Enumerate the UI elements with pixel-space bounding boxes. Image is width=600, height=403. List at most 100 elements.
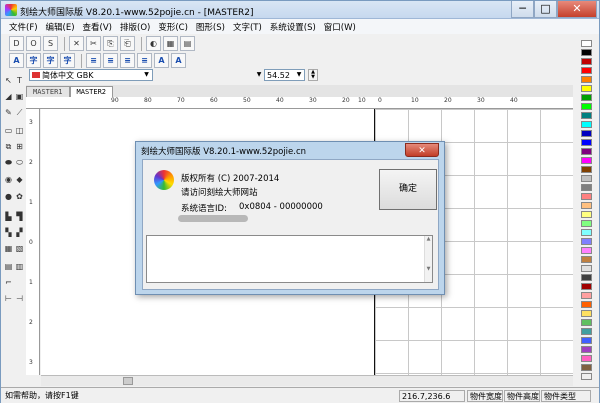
color-swatch[interactable]	[581, 49, 592, 56]
maximize-button[interactable]: □	[534, 1, 557, 18]
measure-icon[interactable]: ⌐	[3, 277, 14, 288]
color-swatch[interactable]	[581, 355, 592, 362]
menu-shape[interactable]: 图形(S)	[192, 21, 229, 33]
color-swatch[interactable]	[581, 148, 592, 155]
align-right-icon[interactable]: ≡	[120, 53, 135, 68]
print-icon[interactable]: ◐	[146, 36, 161, 51]
color-swatch[interactable]	[581, 229, 592, 236]
color-swatch[interactable]	[581, 139, 592, 146]
node-edit-icon[interactable]: ◢	[3, 91, 14, 102]
ok-button[interactable]: 确定	[379, 169, 437, 210]
align-left-icon[interactable]: ≡	[86, 53, 101, 68]
text-icon[interactable]: T	[14, 75, 25, 86]
menu-text[interactable]: 文字(T)	[229, 21, 266, 33]
color-swatch[interactable]	[581, 373, 592, 380]
color-swatch[interactable]	[581, 211, 592, 218]
grid-icon[interactable]: ▦	[163, 36, 178, 51]
color-swatch[interactable]	[581, 337, 592, 344]
close-button[interactable]: ✕	[557, 1, 597, 18]
color-swatch[interactable]	[581, 76, 592, 83]
vertical-text-icon[interactable]: 字	[43, 53, 58, 68]
distribute-h-icon[interactable]: ▚	[3, 227, 14, 238]
image-icon[interactable]: ▣	[14, 91, 25, 102]
pen-icon[interactable]: ✎	[3, 107, 14, 118]
text-tool-icon[interactable]: A	[9, 53, 24, 68]
fill-icon[interactable]: ◉	[3, 174, 14, 185]
shape-icon[interactable]: ◆	[14, 174, 25, 185]
font-size-icon[interactable]: A	[171, 53, 186, 68]
ruler-icon[interactable]: ⊣	[14, 293, 25, 304]
font-size-select[interactable]: 54.52 ▼	[264, 69, 305, 81]
color-swatch[interactable]	[581, 328, 592, 335]
cut-icon[interactable]: ✂	[86, 36, 101, 51]
color-swatch[interactable]	[581, 112, 592, 119]
color-swatch[interactable]	[581, 85, 592, 92]
font-name-select[interactable]: 简体中文 GBK ▼	[29, 69, 153, 81]
color-swatch[interactable]	[581, 346, 592, 353]
dimension-icon[interactable]: ⊢	[3, 293, 14, 304]
info-textbox[interactable]: ▲ ▼	[146, 235, 433, 283]
color-swatch[interactable]	[581, 121, 592, 128]
copy-icon[interactable]: ⎘	[103, 36, 118, 51]
color-swatch[interactable]	[581, 265, 592, 272]
menu-window[interactable]: 窗口(W)	[320, 21, 360, 33]
chevron-down-icon[interactable]: ▼	[294, 70, 304, 80]
frame-icon[interactable]: ◫	[14, 125, 25, 136]
textbox-scrollbar[interactable]: ▲ ▼	[424, 236, 432, 282]
color-swatch[interactable]	[581, 364, 592, 371]
color-swatch[interactable]	[581, 310, 592, 317]
save-icon[interactable]: S	[43, 36, 58, 51]
align-bottom-icon[interactable]: ▙	[3, 211, 14, 222]
oval-icon[interactable]: ⬭	[14, 157, 25, 168]
chevron-down-icon[interactable]: ▼	[254, 69, 264, 81]
menu-edit[interactable]: 编辑(E)	[42, 21, 79, 33]
color-swatch[interactable]	[581, 283, 592, 290]
color-swatch[interactable]	[581, 193, 592, 200]
scroll-down-icon[interactable]: ▼	[427, 266, 431, 272]
delete-icon[interactable]: ✕	[69, 36, 84, 51]
pointer-icon[interactable]: ↖	[3, 75, 14, 86]
color-swatch[interactable]	[581, 274, 592, 281]
menu-settings[interactable]: 系统设置(S)	[266, 21, 320, 33]
align-icon[interactable]: ▤	[180, 36, 195, 51]
color-swatch[interactable]	[581, 175, 592, 182]
color-wheel-icon[interactable]: ✿	[14, 191, 25, 202]
color-swatch[interactable]	[581, 184, 592, 191]
scroll-up-icon[interactable]: ▲	[427, 236, 431, 242]
color-swatch[interactable]	[581, 319, 592, 326]
sphere-icon[interactable]: ●	[3, 191, 14, 202]
color-swatch[interactable]	[581, 220, 592, 227]
grid-tool-icon[interactable]: ⊞	[14, 141, 25, 152]
font-style-icon[interactable]: A	[154, 53, 169, 68]
distribute-v-icon[interactable]: ▞	[14, 227, 25, 238]
color-swatch[interactable]	[581, 67, 592, 74]
weld-icon[interactable]: ▤	[3, 261, 14, 272]
copy-shape-icon[interactable]: ⧉	[3, 141, 14, 152]
menu-layout[interactable]: 排版(O)	[116, 21, 154, 33]
color-swatch[interactable]	[581, 130, 592, 137]
paste-icon[interactable]: ⎗	[120, 36, 135, 51]
color-swatch[interactable]	[581, 58, 592, 65]
color-swatch[interactable]	[581, 256, 592, 263]
minimize-button[interactable]: ─	[511, 1, 534, 18]
font-size-spinner[interactable]: ▲ ▼	[308, 69, 318, 81]
chevron-down-icon[interactable]: ▼	[141, 70, 152, 80]
color-swatch[interactable]	[581, 247, 592, 254]
color-swatch[interactable]	[581, 157, 592, 164]
color-swatch[interactable]	[581, 292, 592, 299]
tab-master2[interactable]: MASTER2	[69, 86, 114, 97]
color-swatch[interactable]	[581, 202, 592, 209]
new-file-icon[interactable]: D	[9, 36, 24, 51]
color-swatch[interactable]	[581, 94, 592, 101]
horizontal-text-icon[interactable]: 字	[26, 53, 41, 68]
tab-master1[interactable]: MASTER1	[26, 86, 70, 97]
open-folder-icon[interactable]: O	[26, 36, 41, 51]
arrange-icon[interactable]: ▥	[14, 261, 25, 272]
scroll-thumb[interactable]	[123, 377, 133, 385]
color-swatch[interactable]	[581, 238, 592, 245]
color-swatch[interactable]	[581, 166, 592, 173]
dialog-close-button[interactable]: ✕	[405, 143, 439, 157]
align-center-icon[interactable]: ≡	[103, 53, 118, 68]
line-icon[interactable]: ⟋	[14, 107, 25, 118]
color-swatch[interactable]	[581, 103, 592, 110]
